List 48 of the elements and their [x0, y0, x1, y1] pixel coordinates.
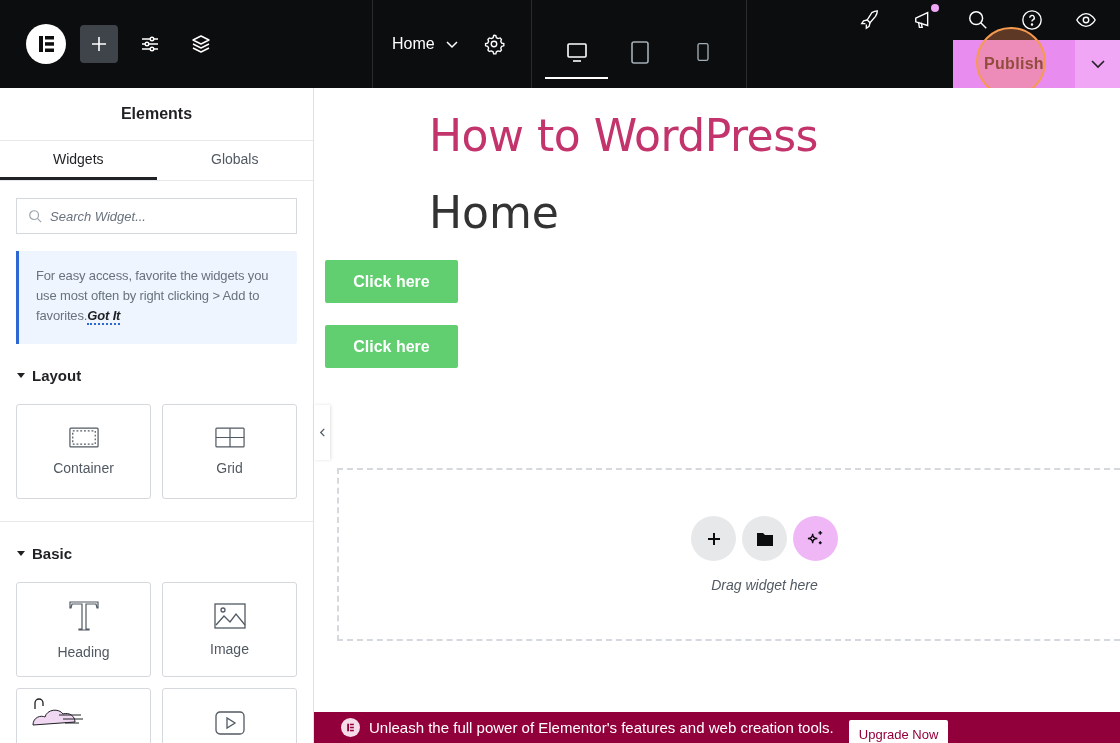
- plus-icon: [89, 34, 109, 54]
- page-selector[interactable]: Home: [392, 35, 459, 53]
- text-t-icon: [67, 599, 100, 632]
- template-folder-button[interactable]: [742, 516, 787, 561]
- add-element-button[interactable]: [80, 25, 118, 63]
- drag-hint: Drag widget here: [711, 577, 818, 593]
- search-icon: [28, 209, 42, 223]
- plus-icon: [705, 530, 722, 547]
- section-title[interactable]: Layout: [32, 366, 82, 384]
- layers-icon[interactable]: [191, 34, 211, 54]
- widget-card[interactable]: Heading: [16, 582, 151, 677]
- help-icon[interactable]: [1021, 9, 1043, 31]
- caret-down-icon[interactable]: [16, 548, 26, 558]
- image-icon: [213, 602, 246, 629]
- panel-title: Elements: [0, 88, 313, 141]
- tip-text: For easy access, favorite the widgets you use most often by right clicking > Add to favorites.Got It: [36, 267, 270, 326]
- settings-icon[interactable]: [482, 33, 505, 55]
- chevron-left-icon: [317, 428, 327, 437]
- logo-icon: [341, 718, 360, 737]
- caret-down-icon[interactable]: [16, 370, 26, 380]
- folder-icon: [755, 530, 774, 547]
- widget-label: Container: [53, 460, 114, 476]
- container-icon: [68, 427, 99, 448]
- video-icon: [214, 711, 245, 735]
- widget-card[interactable]: Image: [162, 582, 297, 677]
- add-section-button[interactable]: [691, 516, 736, 561]
- panel-tab[interactable]: Globals: [156, 141, 313, 180]
- logo-icon[interactable]: [26, 24, 66, 64]
- widget-card[interactable]: Grid: [162, 404, 297, 499]
- page-heading: Home: [429, 187, 560, 238]
- got-it-link[interactable]: Got It: [87, 308, 121, 325]
- ai-sparkle-button[interactable]: [793, 516, 838, 561]
- widget-label: Grid: [216, 460, 243, 476]
- site-title: How to WordPress: [429, 110, 820, 161]
- widget-label: Heading: [57, 643, 110, 660]
- drop-zone[interactable]: Drag widget here: [337, 468, 1120, 641]
- desktop-icon: [564, 40, 589, 64]
- grid-icon: [214, 427, 245, 448]
- sliders-icon[interactable]: [140, 34, 160, 54]
- widget-label: Image: [210, 640, 249, 657]
- upgrade-now-button[interactable]: Upgrade Now: [848, 720, 949, 743]
- search-icon[interactable]: [967, 9, 989, 31]
- banner-text: Unleash the full power of Elementor's features and web creation tools.: [369, 719, 834, 736]
- section-title[interactable]: Basic: [32, 544, 73, 562]
- search-field[interactable]: Search Widget...: [16, 198, 297, 234]
- panel-tab[interactable]: Widgets: [0, 141, 157, 180]
- rocket-icon[interactable]: [859, 9, 881, 31]
- widget-card[interactable]: Container: [16, 404, 151, 499]
